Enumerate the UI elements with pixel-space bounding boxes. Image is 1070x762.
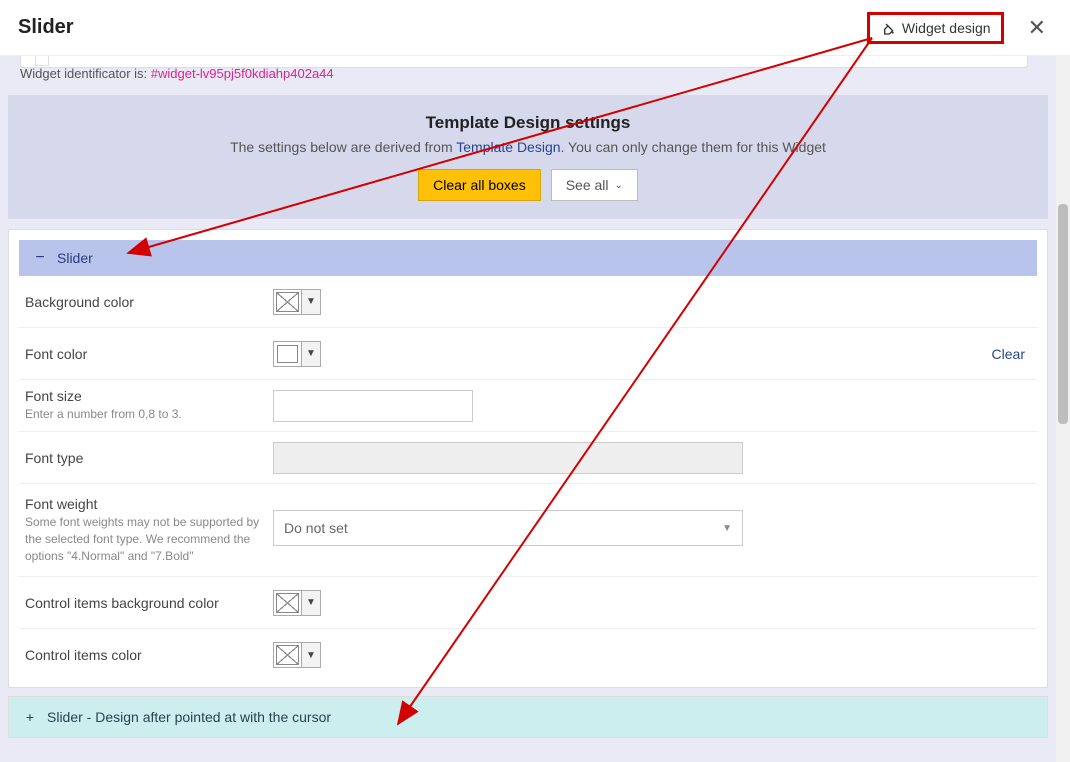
template-design-hero: Template Design settings The settings be…: [8, 95, 1048, 219]
label-font-color: Font color: [25, 346, 273, 362]
scrollbar-thumb[interactable]: [1058, 204, 1068, 424]
label-background-color: Background color: [25, 294, 273, 310]
row-control-items-color: Control items color ▼: [19, 629, 1037, 681]
row-font-weight: Font weight Some font weights may not be…: [19, 484, 1037, 577]
chevron-down-icon: ⌄: [615, 180, 623, 191]
clear-all-boxes-button[interactable]: Clear all boxes: [418, 169, 541, 201]
chevron-down-icon: ▼: [302, 342, 320, 366]
row-font-type: Font type: [19, 432, 1037, 484]
row-font-color: Font color ▼ Clear: [19, 328, 1037, 380]
label-font-type: Font type: [25, 450, 273, 466]
sublabel-font-size: Enter a number from 0,8 to 3.: [25, 406, 273, 423]
page-title: Slider: [18, 16, 74, 39]
widget-design-button[interactable]: Widget design: [867, 12, 1004, 44]
clear-font-color-link[interactable]: Clear: [992, 346, 1025, 362]
label-font-size: Font size: [25, 388, 273, 404]
chevron-down-icon: ▼: [722, 523, 732, 534]
label-control-items-bg: Control items background color: [25, 595, 273, 611]
sublabel-font-weight: Some font weights may not be supported b…: [25, 514, 273, 564]
widget-identificator-bar: Widget identificator is: #widget-lv95pj5…: [0, 56, 1056, 95]
slider-settings-panel: − Slider Background color ▼ Font color ▼: [8, 229, 1048, 688]
previous-panel-edge: [20, 56, 1028, 68]
accordion-slider-open[interactable]: − Slider: [19, 240, 1037, 276]
label-control-items-color: Control items color: [25, 647, 273, 663]
font-type-input[interactable]: [273, 442, 743, 474]
control-items-bg-picker[interactable]: ▼: [273, 590, 321, 616]
control-items-color-picker[interactable]: ▼: [273, 642, 321, 668]
close-button[interactable]: ✕: [1022, 13, 1052, 43]
row-background-color: Background color ▼: [19, 276, 1037, 328]
font-color-picker[interactable]: ▼: [273, 341, 321, 367]
label-font-weight: Font weight: [25, 496, 273, 512]
see-all-button[interactable]: See all ⌄: [551, 169, 638, 201]
widget-id-value: #widget-lv95pj5f0kdiahp402a44: [151, 66, 334, 81]
vertical-scrollbar[interactable]: [1056, 56, 1070, 762]
accordion-slider-hover-closed[interactable]: + Slider - Design after pointed at with …: [8, 696, 1048, 738]
hero-title: Template Design settings: [8, 113, 1048, 133]
chevron-down-icon: ▼: [302, 591, 320, 615]
template-design-link[interactable]: Template Design: [456, 139, 560, 155]
close-icon: ✕: [1028, 15, 1046, 40]
plus-icon: +: [23, 709, 37, 725]
chevron-down-icon: ▼: [302, 643, 320, 667]
font-weight-select[interactable]: Do not set ▼: [273, 510, 743, 546]
row-control-items-bg: Control items background color ▼: [19, 577, 1037, 629]
minus-icon: −: [33, 250, 47, 266]
row-font-size: Font size Enter a number from 0,8 to 3.: [19, 380, 1037, 432]
color-swatch-transparent: [274, 290, 302, 314]
color-swatch-transparent: [274, 643, 302, 667]
hero-description: The settings below are derived from Temp…: [8, 139, 1048, 155]
background-color-picker[interactable]: ▼: [273, 289, 321, 315]
paint-bucket-icon: [880, 20, 896, 36]
font-size-input[interactable]: [273, 390, 473, 422]
color-swatch-white: [274, 342, 302, 366]
chevron-down-icon: ▼: [302, 290, 320, 314]
color-swatch-transparent: [274, 591, 302, 615]
